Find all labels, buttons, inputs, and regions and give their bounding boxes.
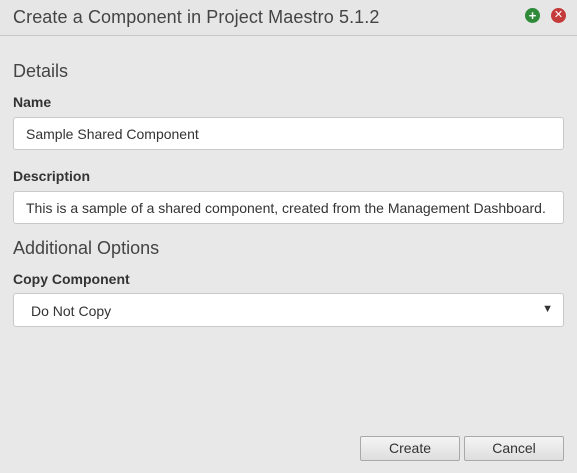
dialog-titlebar: Create a Component in Project Maestro 5.… [0, 0, 577, 36]
create-component-dialog: Create a Component in Project Maestro 5.… [0, 0, 577, 473]
details-heading: Details [13, 61, 69, 81]
add-icon[interactable]: + [525, 8, 540, 23]
close-icon[interactable]: ✕ [551, 8, 566, 23]
cancel-button[interactable]: Cancel [464, 436, 564, 461]
additional-options-heading: Additional Options [13, 238, 160, 258]
description-label: Description [13, 168, 91, 184]
name-label: Name [13, 94, 52, 110]
create-button[interactable]: Create [360, 436, 460, 461]
copy-component-label: Copy Component [13, 271, 130, 287]
dialog-title: Create a Component in Project Maestro 5.… [13, 7, 380, 27]
copy-component-select[interactable]: Do Not Copy ▼ [13, 293, 564, 327]
copy-component-selected-value: Do Not Copy [31, 303, 112, 319]
chevron-down-icon: ▼ [542, 303, 553, 315]
description-input[interactable] [13, 191, 564, 224]
name-input[interactable] [13, 117, 564, 150]
